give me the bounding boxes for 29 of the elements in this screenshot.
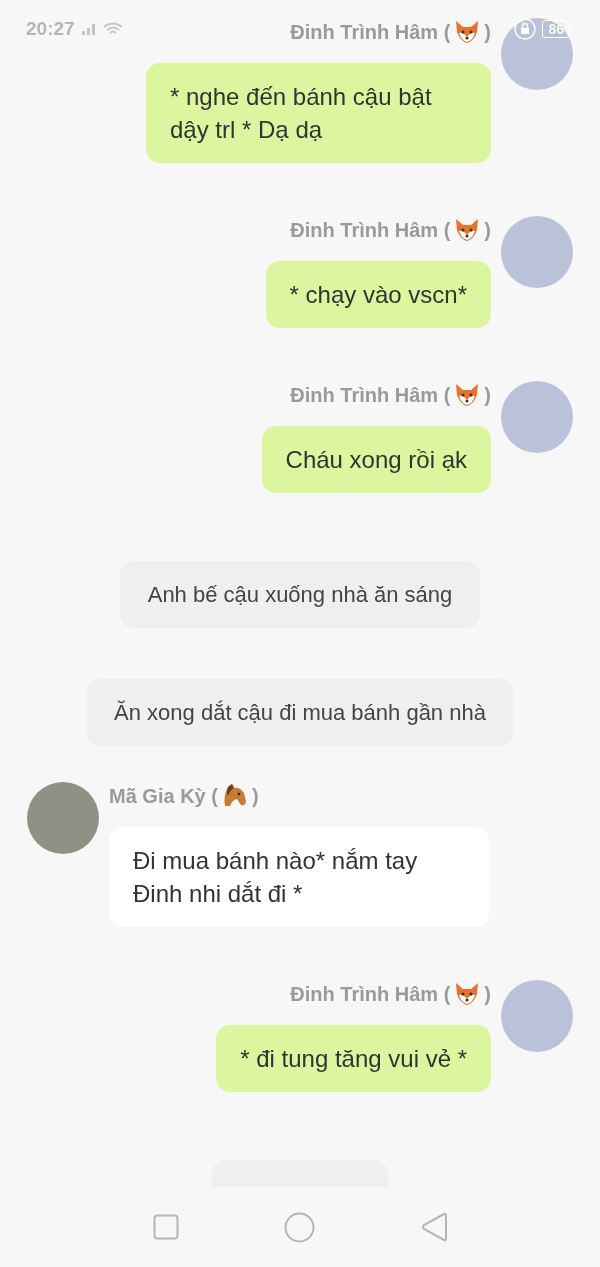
sender-name: Đinh Trình Hâm ( — [290, 383, 451, 407]
message-bubble: Cháu xong rồi ạk — [261, 426, 491, 493]
narration-bubble: Anh bế cậu xuống nhà ăn sáng — [119, 561, 481, 628]
status-time: 20:27 — [26, 18, 75, 40]
sender-name-end: ) — [484, 20, 491, 44]
back-icon[interactable] — [421, 1212, 448, 1242]
sender-name: Đinh Trình Hâm ( — [290, 20, 451, 44]
sender-name-end: ) — [484, 982, 491, 1006]
sender-name-end: ) — [484, 218, 491, 242]
message-bubble: * nghe đến bánh cậu bật dậy trl * Dạ dạ — [146, 63, 491, 163]
sender-name: Mã Gia Kỳ ( — [109, 784, 218, 808]
wifi-icon — [102, 22, 123, 36]
fox-icon — [454, 20, 481, 44]
sender-name-end: ) — [484, 383, 491, 407]
lock-icon — [514, 18, 537, 40]
sender-name: Đinh Trình Hâm ( — [290, 218, 451, 242]
message-bubble: * chạy vào vscn* — [265, 261, 491, 328]
signal-icon — [80, 23, 97, 35]
narration-bubble: Ăn xong dắt cậu đi mua bánh gần nhà — [86, 679, 514, 746]
horse-icon — [221, 784, 248, 808]
fox-icon — [454, 982, 481, 1006]
recent-apps-icon[interactable] — [152, 1214, 179, 1240]
sender-name-end: ) — [251, 784, 259, 808]
message-bubble: Đi mua bánh nào* nắm tay Đinh nhi dắt đi * — [109, 827, 489, 927]
fox-icon — [454, 383, 481, 407]
message-bubble: * đi tung tăng vui vẻ * — [216, 1025, 491, 1092]
sender-name: Đinh Trình Hâm ( — [290, 982, 451, 1006]
fox-icon — [454, 218, 481, 242]
home-icon[interactable] — [284, 1211, 316, 1243]
